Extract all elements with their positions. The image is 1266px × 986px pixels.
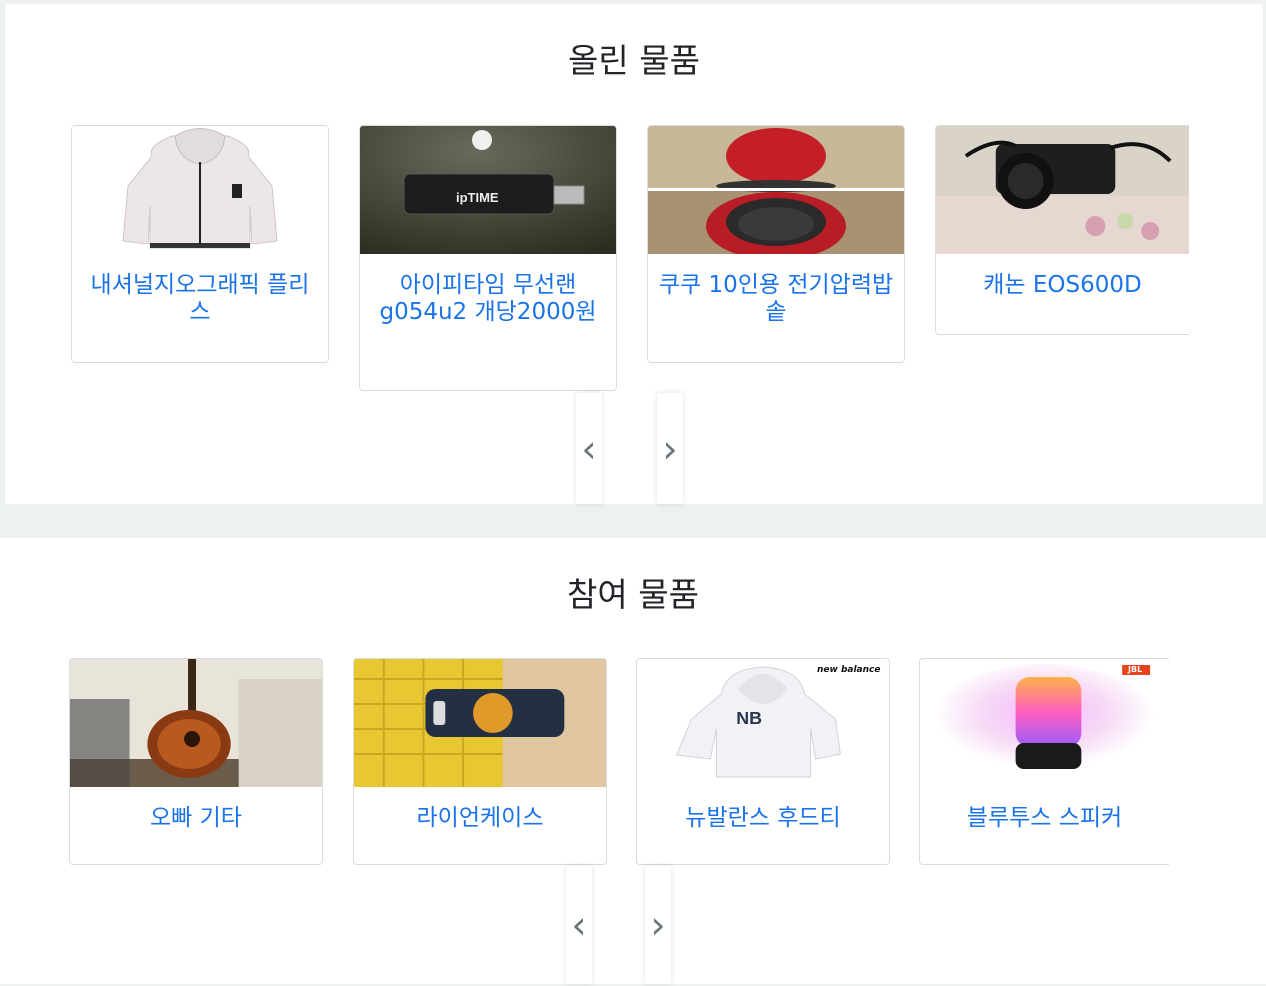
new-balance-logo: new balance [817,665,881,675]
chevron-left-icon: ‹ [581,426,597,471]
usb-wifi-image: ipTIME [360,126,616,254]
uploaded-item-name[interactable]: 아이피타임 무선랜 g054u2 개당2000원 [360,254,616,326]
joined-item-name[interactable]: 블루투스 스피커 [920,787,1169,832]
joined-items-section: 참여 물품 오빠 기타 라이언케이스 NB new balance 뉴발란스 후… [0,538,1266,984]
uploaded-items-section: 올린 물품 내셔널지오그래픽 플리스 ipTIME 아이피타임 무선랜 g054… [5,4,1263,504]
new-balance-hoodie-image: NB [637,659,889,787]
svg-text:ipTIME: ipTIME [456,190,499,205]
uploaded-item-card[interactable]: 쿠쿠 10인용 전기압력밥솥 [647,125,905,363]
uploaded-item-name[interactable]: 캐논 EOS600D [936,254,1189,299]
uploaded-prev-button[interactable]: ‹ [576,393,602,504]
chevron-right-icon: › [650,903,666,947]
svg-text:NB: NB [736,708,762,728]
canon-camera-image [936,126,1189,254]
chevron-left-icon: ‹ [571,903,587,947]
uploaded-next-button[interactable]: › [657,393,683,504]
joined-item-name[interactable]: 라이언케이스 [354,787,606,832]
guitar-image [70,659,322,787]
joined-item-card[interactable]: 라이언케이스 [353,658,607,865]
joined-item-card[interactable]: NB new balance 뉴발란스 후드티 [636,658,890,865]
joined-item-card[interactable]: JBL 블루투스 스피커 [919,658,1169,865]
joined-item-card[interactable]: 오빠 기타 [69,658,323,865]
joined-next-button[interactable]: › [645,866,671,984]
uploaded-item-card[interactable]: 내셔널지오그래픽 플리스 [71,125,329,363]
uploaded-item-card[interactable]: ipTIME 아이피타임 무선랜 g054u2 개당2000원 [359,125,617,391]
uploaded-section-title: 올린 물품 [568,41,700,80]
joined-section-title: 참여 물품 [567,575,699,614]
joined-item-name[interactable]: 오빠 기타 [70,787,322,832]
fleece-jacket-image [72,126,328,254]
joined-item-name[interactable]: 뉴발란스 후드티 [637,787,889,832]
joined-prev-button[interactable]: ‹ [566,866,592,984]
chevron-right-icon: › [662,426,678,471]
rice-cooker-image [648,126,904,254]
uploaded-item-name[interactable]: 내셔널지오그래픽 플리스 [72,254,328,326]
bluetooth-speaker-image [920,659,1169,787]
ryan-case-image [354,659,606,787]
uploaded-item-name[interactable]: 쿠쿠 10인용 전기압력밥솥 [648,254,904,326]
jbl-logo: JBL [1128,665,1143,674]
uploaded-item-card[interactable]: 캐논 EOS600D [935,125,1189,335]
